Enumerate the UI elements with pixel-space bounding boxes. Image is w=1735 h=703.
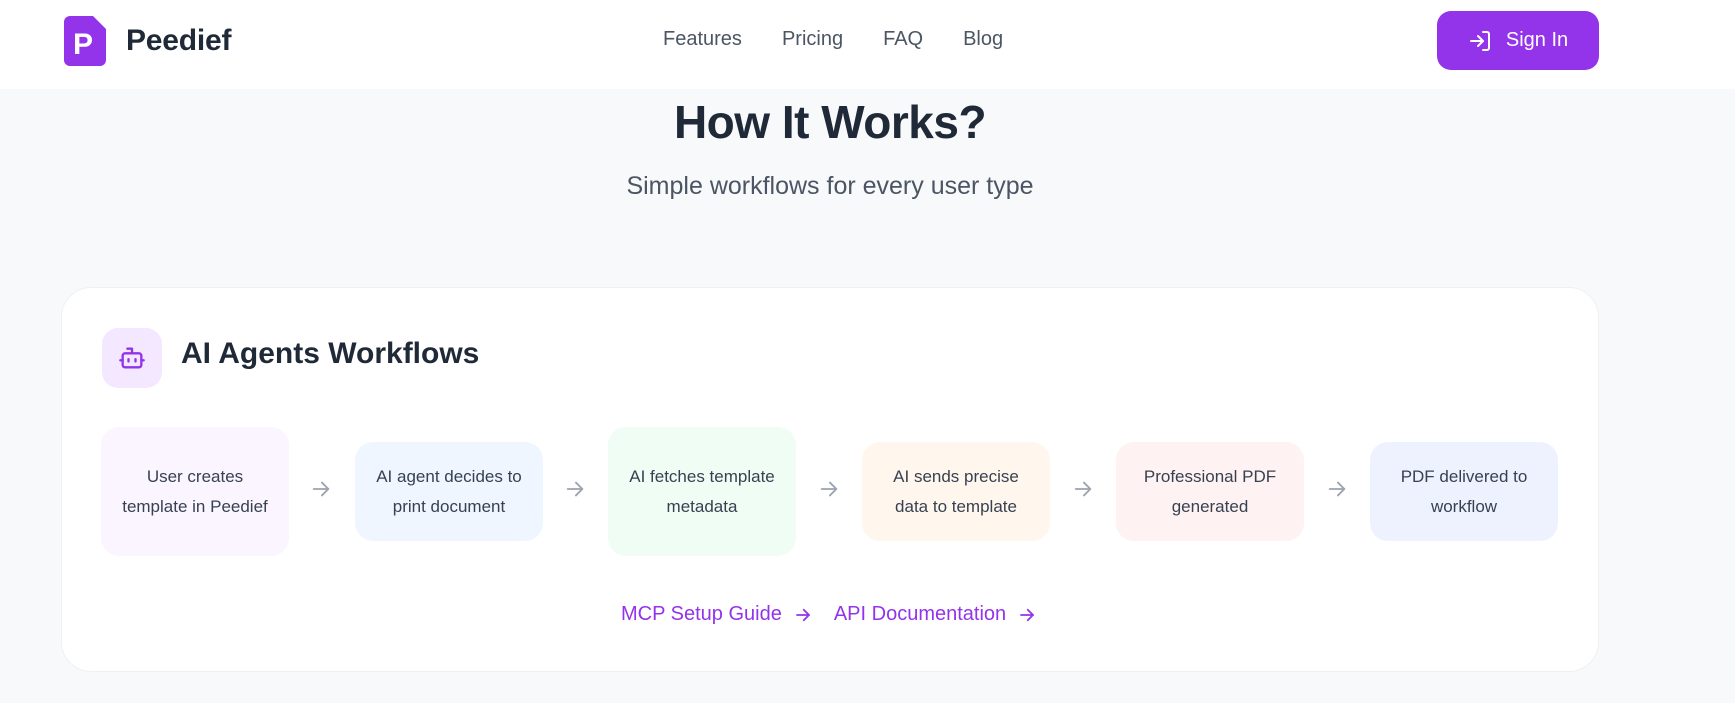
sign-in-button[interactable]: Sign In xyxy=(1437,11,1599,70)
arrow-right-icon xyxy=(1020,608,1035,621)
logo-icon: P xyxy=(64,16,106,66)
navbar: P Peedief Features Pricing FAQ Blog Sign… xyxy=(0,0,1735,89)
api-documentation-label: API Documentation xyxy=(833,603,1007,625)
arrow-right-icon xyxy=(1074,481,1092,497)
workflow-step-label: PDF delivered to workflow xyxy=(1400,466,1528,516)
mcp-setup-guide-label: MCP Setup Guide xyxy=(621,603,782,625)
nav-link-faq[interactable]: FAQ xyxy=(883,28,923,54)
nav-link-pricing[interactable]: Pricing xyxy=(782,28,843,54)
mcp-setup-guide-link[interactable]: MCP Setup Guide xyxy=(621,603,812,626)
workflow-step-4: AI sends precise data to template xyxy=(862,442,1050,541)
workflow-links: MCP Setup Guide API Documentation xyxy=(621,603,1036,626)
logo-letter: P xyxy=(73,28,93,61)
brand-name: Peedief xyxy=(126,24,232,57)
nav-link-blog[interactable]: Blog xyxy=(963,28,1003,54)
nav-link-features[interactable]: Features xyxy=(663,28,742,54)
workflow-step-5: Professional PDF generated xyxy=(1116,442,1304,541)
api-documentation-link[interactable]: API Documentation xyxy=(834,603,1036,626)
arrow-right-icon xyxy=(1328,481,1346,497)
workflow-step-label: AI fetches template metadata xyxy=(629,466,775,516)
workflow-step-label: Professional PDF generated xyxy=(1143,466,1277,516)
arrow-right-icon xyxy=(820,481,838,497)
logo[interactable]: P Peedief xyxy=(64,16,232,66)
workflow-step-label: User creates template in Peedief xyxy=(122,466,268,516)
arrow-right-icon xyxy=(795,608,810,621)
robot-icon xyxy=(102,328,162,388)
section-title: How It Works? xyxy=(673,96,987,148)
workflow-step-6: PDF delivered to workflow xyxy=(1370,442,1558,541)
workflow-step-1: User creates template in Peedief xyxy=(101,427,289,556)
workflow-step-label: AI agent decides to print document xyxy=(376,466,522,516)
arrow-right-icon xyxy=(312,481,330,497)
workflow-title: AI Agents Workflows xyxy=(181,337,480,370)
login-icon xyxy=(1469,30,1490,51)
main-nav: Features Pricing FAQ Blog xyxy=(663,28,1003,54)
workflow-step-2: AI agent decides to print document xyxy=(355,442,543,541)
section-subtitle: Simple workflows for every user type xyxy=(626,172,1034,200)
arrow-right-icon xyxy=(566,481,584,497)
workflow-step-label: AI sends precise data to template xyxy=(893,466,1019,516)
sign-in-label: Sign In xyxy=(1505,29,1569,51)
workflow-step-3: AI fetches template metadata xyxy=(608,427,796,556)
